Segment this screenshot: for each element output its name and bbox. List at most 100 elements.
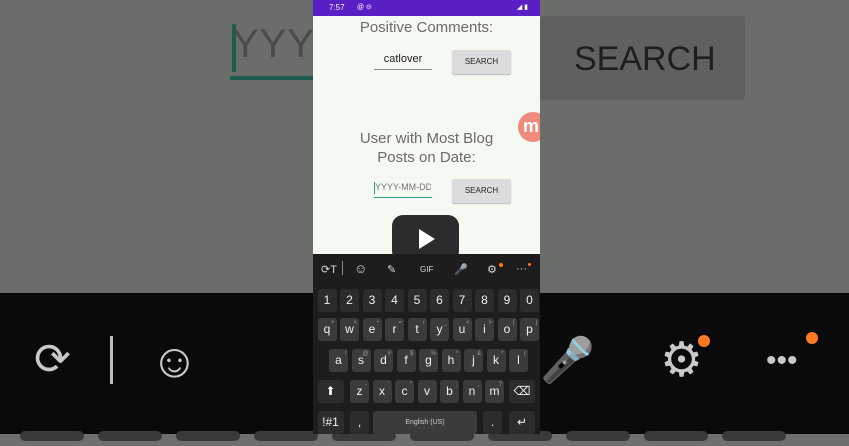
key-5-label: 5 <box>413 293 421 307</box>
key-v[interactable]: v: <box>417 380 437 403</box>
key-t[interactable]: t / <box>407 318 427 341</box>
comma-key[interactable]: , <box>350 411 369 434</box>
search-comments-button[interactable]: SEARCH <box>452 50 511 74</box>
key-r-hint: = <box>398 320 402 326</box>
key-5[interactable]: 5 <box>407 289 427 312</box>
gear-icon[interactable]: ⚙ <box>487 263 497 276</box>
key-u[interactable]: u < <box>452 318 472 341</box>
key-i[interactable]: i > <box>475 318 494 341</box>
key-1[interactable]: 1 <box>317 289 337 312</box>
space-key-label: English (US) <box>405 419 445 426</box>
comma-key-label: , <box>357 415 362 429</box>
background-divider <box>110 336 113 384</box>
key-v-hint: : <box>432 382 435 388</box>
key-0[interactable]: 0 <box>520 289 539 312</box>
key-r[interactable]: r = <box>385 318 404 341</box>
backspace-key[interactable]: ⌫ <box>509 380 535 403</box>
key-6[interactable]: 6 <box>430 289 449 312</box>
key-f-hint: $ <box>410 351 414 357</box>
key-u-hint: < <box>465 320 470 326</box>
key-0-label: 0 <box>526 293 533 307</box>
key-9[interactable]: 9 <box>497 289 517 312</box>
shift-key[interactable]: ⬆ <box>317 380 344 403</box>
more-icon[interactable]: ··· <box>516 263 527 275</box>
key-d-hint: # <box>387 351 391 357</box>
key-f-label: f <box>404 353 408 367</box>
date-input[interactable] <box>375 182 431 192</box>
date-field[interactable] <box>374 181 432 198</box>
key-3[interactable]: 3 <box>362 289 382 312</box>
key-j-label: j <box>472 353 475 367</box>
key-b[interactable]: b; <box>440 380 459 403</box>
key-h-label: h <box>447 353 455 367</box>
key-r-label: r <box>392 322 397 336</box>
key-q-hint: + <box>330 320 335 326</box>
key-q[interactable]: q + <box>317 318 337 341</box>
key-x[interactable]: x ' <box>372 380 392 403</box>
key-a-hint: ! <box>344 351 346 357</box>
key-c[interactable]: c " <box>395 380 414 403</box>
key-7-label: 7 <box>458 293 466 307</box>
status-icons-right: ◢ ▮ <box>516 4 528 11</box>
key-4-label: 4 <box>391 293 398 307</box>
key-8[interactable]: 8 <box>475 289 494 312</box>
key-4[interactable]: 4 <box>385 289 404 312</box>
status-time: 7:57 <box>329 3 345 12</box>
shift-key-label: ⬆ <box>325 384 336 398</box>
status-bar: 7:57 @ ⊝ ◢ ▮ <box>313 0 540 16</box>
key-o[interactable]: o[ <box>497 318 517 341</box>
toolbar-divider <box>342 261 343 275</box>
key-k[interactable]: k * <box>486 349 506 372</box>
enter-key-label: ↵ <box>516 415 528 429</box>
period-key[interactable]: . <box>483 411 502 434</box>
emoji-icon[interactable]: ☺ <box>354 261 367 276</box>
key-m[interactable]: m? <box>485 380 504 403</box>
key-s-hint: @ <box>362 351 369 357</box>
key-2-label: 2 <box>346 293 353 307</box>
symbols-key-label: !#1 <box>322 415 339 429</box>
enter-key[interactable]: ↵ <box>509 411 535 434</box>
more-dot-icon <box>528 263 531 266</box>
gif-icon[interactable]: GIF <box>420 265 433 274</box>
translate-icon[interactable]: ⟳T <box>321 263 337 276</box>
mic-icon[interactable]: 🎤 <box>454 263 468 276</box>
key-w[interactable]: w × <box>340 318 359 341</box>
key-n[interactable]: n, <box>462 380 482 403</box>
key-p[interactable]: p] <box>520 318 539 341</box>
phone-screen: 7:57 @ ⊝ ◢ ▮ Positive Comments: catlover… <box>313 0 540 434</box>
key-m-hint: ? <box>498 382 502 388</box>
key-f[interactable]: f $ <box>396 349 416 372</box>
key-3-label: 3 <box>368 293 376 307</box>
key-g[interactable]: g% <box>419 349 438 372</box>
key-e[interactable]: e ÷ <box>362 318 382 341</box>
key-7[interactable]: 7 <box>452 289 472 312</box>
key-p-label: p <box>526 322 533 336</box>
key-c-hint: " <box>409 382 412 388</box>
key-2[interactable]: 2 <box>340 289 359 312</box>
space-key[interactable]: English (US) <box>373 411 477 434</box>
key-c-label: c <box>401 384 408 398</box>
key-8-label: 8 <box>481 293 488 307</box>
emoji-icon-blurred: ☺ <box>150 335 200 388</box>
sticker-icon[interactable]: ✎ <box>387 263 396 276</box>
key-a[interactable]: a! <box>329 349 348 372</box>
key-b-label: b <box>446 384 453 398</box>
key-d[interactable]: d # <box>374 349 393 372</box>
key-h[interactable]: h ^ <box>441 349 461 372</box>
most-posts-heading-line2: Posts on Date: <box>377 149 476 166</box>
key-g-hint: % <box>430 351 436 357</box>
search-date-button[interactable]: SEARCH <box>452 179 511 203</box>
key-s[interactable]: s @ <box>351 349 371 372</box>
symbols-key[interactable]: !#1 <box>317 411 344 434</box>
key-z[interactable]: z- <box>350 380 369 403</box>
key-l[interactable]: l( <box>509 349 528 372</box>
key-e-hint: ÷ <box>376 320 380 326</box>
key-y[interactable]: y _ <box>430 318 449 341</box>
key-z-label: z <box>356 384 363 398</box>
username-field[interactable]: catlover <box>374 53 432 70</box>
key-j[interactable]: j & <box>464 349 483 372</box>
key-p-hint: ] <box>535 320 537 326</box>
key-9-label: 9 <box>503 293 511 307</box>
background-search-button: SEARCH <box>540 16 745 100</box>
key-x-label: x <box>379 384 385 398</box>
